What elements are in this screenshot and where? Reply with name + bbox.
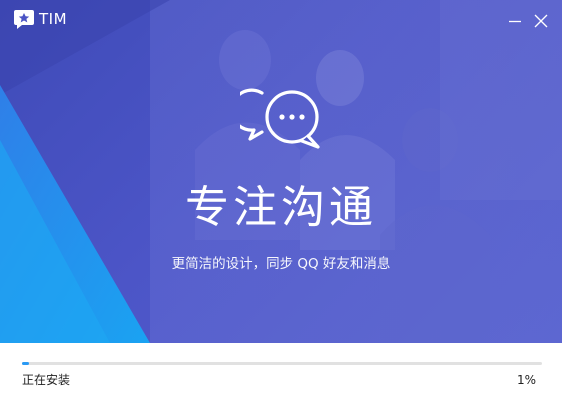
install-percent: 1% [516,373,536,387]
install-status: 正在安装 [22,373,71,387]
progress-bar [22,362,542,365]
app-title: TIM [39,10,68,28]
banner-background [0,0,562,343]
tim-logo-icon [14,10,34,29]
close-button[interactable] [528,8,554,34]
minimize-button[interactable] [502,8,528,34]
chat-bubbles-icon [240,88,320,149]
install-footer: 正在安装 1% [0,343,562,405]
installer-window: TIM 专注沟通 更简洁的设计，同步 QQ 好友和消息 正在安装 1% [0,0,562,405]
close-icon [534,14,548,28]
minimize-icon [509,20,521,23]
headline: 专注沟通 [185,182,377,233]
title-bar[interactable]: TIM [0,0,562,40]
progress-bar-fill [22,362,29,365]
tagline: 更简洁的设计，同步 QQ 好友和消息 [171,256,391,272]
hero-banner: TIM 专注沟通 更简洁的设计，同步 QQ 好友和消息 [0,0,562,343]
